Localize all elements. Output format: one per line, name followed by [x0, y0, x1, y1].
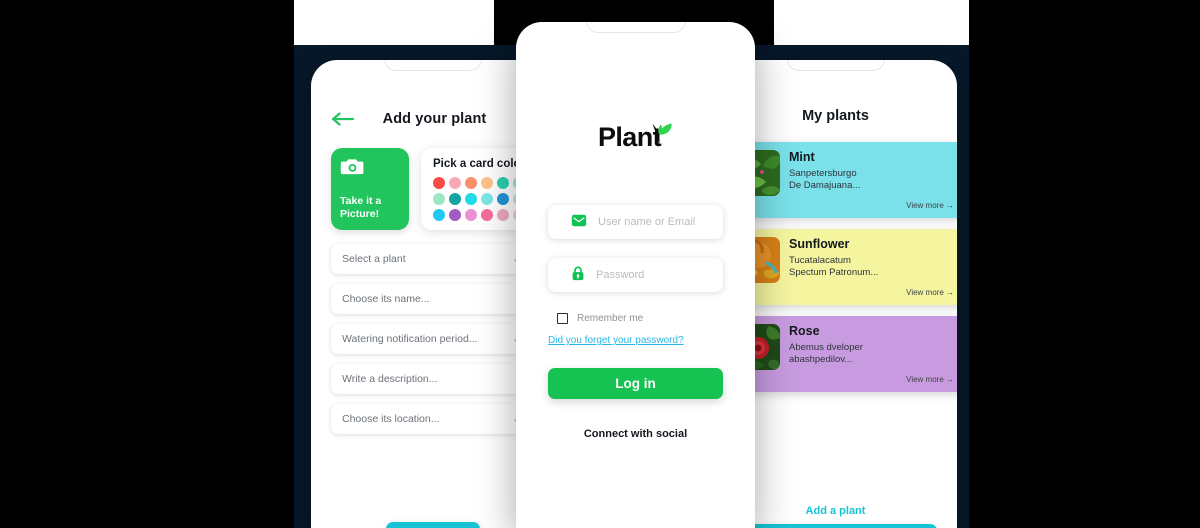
phone-notch: [383, 60, 482, 71]
remember-me-checkbox[interactable]: [557, 313, 568, 324]
take-picture-label-line2: Picture!: [340, 208, 380, 221]
color-swatch[interactable]: [497, 209, 509, 221]
form-field[interactable]: Choose its location...: [331, 404, 543, 434]
plant-card[interactable]: Sunflower Tucatalacatum Spectum Patronum..…: [734, 229, 957, 305]
form-field[interactable]: Choose its name...: [331, 284, 543, 314]
plant-name: Sunflower: [789, 237, 850, 251]
color-picker-title: Pick a card color: [433, 158, 526, 170]
form-field[interactable]: Watering notification period...: [331, 324, 543, 354]
phone-middle-login: Plant User name or Email Password Rememb…: [516, 22, 755, 528]
remember-me-label: Remember me: [577, 313, 644, 324]
color-swatch[interactable]: [433, 177, 445, 189]
backdrop-plate-right: [774, 0, 969, 45]
color-swatch[interactable]: [433, 193, 445, 205]
plant-description: Sanpetersburgo De Damajuana...: [789, 168, 956, 192]
color-swatch[interactable]: [497, 177, 509, 189]
take-picture-label: Take it a Picture!: [340, 195, 400, 221]
lock-icon: [571, 266, 585, 284]
color-swatch[interactable]: [481, 193, 493, 205]
form-field-placeholder: Choose its location...: [342, 413, 440, 425]
username-input[interactable]: User name or Email: [548, 205, 723, 239]
color-swatch[interactable]: [465, 193, 477, 205]
color-swatch-grid[interactable]: [433, 177, 534, 221]
connect-with-social-label: Connect with social: [583, 428, 688, 440]
login-form: User name or Email Password: [548, 205, 723, 292]
form-field-placeholder: Select a plant: [342, 253, 406, 265]
plant-description-line1: Tucatalacatum: [789, 254, 851, 266]
plant-description-line2: abashpedilov...: [789, 353, 853, 365]
backdrop-plate-left: [294, 0, 494, 45]
plant-description: Abemus dveloper abashpedilov...: [789, 342, 956, 366]
color-swatch[interactable]: [465, 209, 477, 221]
add-plant-form: Select a plant Choose its name... Watering…: [331, 244, 543, 434]
plant-list: Mint Sanpetersburgo De Damajuana... View mo…: [734, 142, 957, 392]
add-plant-submit-wrap: [331, 522, 534, 528]
submit-plant-button[interactable]: [385, 522, 480, 528]
take-picture-label-line1: Take it a: [340, 195, 382, 208]
form-field-placeholder: Write a description...: [342, 373, 438, 385]
color-swatch[interactable]: [481, 177, 493, 189]
view-more-link[interactable]: View more →: [906, 375, 954, 384]
plant-description-line1: Sanpetersburgo: [789, 167, 857, 179]
form-field-placeholder: Choose its name...: [342, 293, 430, 305]
take-picture-button[interactable]: Take it a Picture!: [331, 148, 409, 230]
camera-icon: [340, 157, 365, 176]
envelope-icon: [571, 214, 587, 230]
add-plant-cta: Add a plant +: [734, 505, 937, 528]
plant-description: Tucatalacatum Spectum Patronum...: [789, 255, 956, 279]
plant-description-line1: Abemus dveloper: [789, 341, 863, 353]
my-plants-title: My plants: [802, 108, 869, 124]
plant-description-line2: De Damajuana...: [789, 179, 861, 191]
color-swatch[interactable]: [449, 193, 461, 205]
phone-notch: [786, 60, 885, 71]
form-field-placeholder: Watering notification period...: [342, 333, 478, 345]
form-field[interactable]: Write a description...: [331, 364, 543, 394]
color-swatch[interactable]: [481, 209, 493, 221]
username-placeholder: User name or Email: [598, 216, 696, 228]
color-swatch[interactable]: [433, 209, 445, 221]
app-logo: Plant: [548, 122, 723, 153]
add-plant-header: Add your plant: [331, 108, 534, 130]
page-title: Add your plant: [382, 111, 487, 127]
plant-description-line2: Spectum Patronum...: [789, 266, 879, 278]
add-plant-label: Add a plant: [805, 505, 866, 517]
form-field[interactable]: Select a plant: [331, 244, 543, 274]
plant-name: Rose: [789, 324, 820, 338]
password-input[interactable]: Password: [548, 258, 723, 292]
view-more-link[interactable]: View more →: [906, 201, 954, 210]
arrow-left-icon[interactable]: [331, 111, 355, 127]
login-screen: Plant User name or Email Password Rememb…: [516, 122, 755, 528]
remember-me-row[interactable]: Remember me: [548, 313, 723, 324]
screenshot-stage: Add your plant Take it a Picture! Pick a…: [0, 0, 1200, 528]
color-swatch[interactable]: [497, 193, 509, 205]
phone-notch: [585, 22, 686, 33]
plant-name: Mint: [789, 150, 815, 164]
color-swatch[interactable]: [449, 177, 461, 189]
color-swatch[interactable]: [449, 209, 461, 221]
forgot-password-link[interactable]: Did you forget your password?: [548, 335, 684, 346]
add-plant-top-row: Take it a Picture! Pick a card color: [331, 148, 534, 230]
view-more-link[interactable]: View more →: [906, 288, 954, 297]
plant-card[interactable]: Mint Sanpetersburgo De Damajuana... View mo…: [734, 142, 957, 218]
leaf-icon: [647, 121, 673, 145]
add-plant-button[interactable]: +: [734, 524, 937, 528]
password-placeholder: Password: [596, 269, 645, 281]
login-button[interactable]: Log in: [548, 368, 723, 399]
plant-card[interactable]: Rose Abemus dveloper abashpedilov... View m…: [734, 316, 957, 392]
color-swatch[interactable]: [465, 177, 477, 189]
